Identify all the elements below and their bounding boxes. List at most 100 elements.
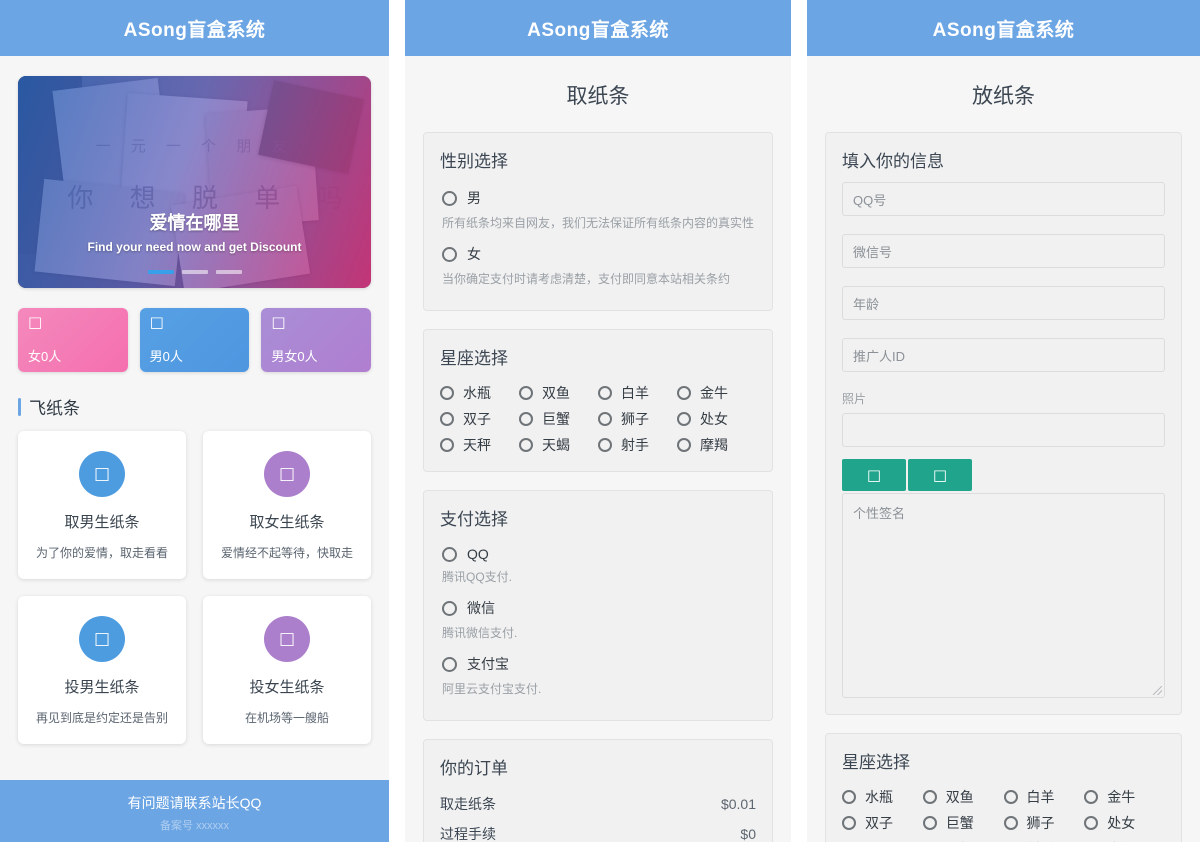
zodiac-option[interactable]: 双子 xyxy=(440,409,519,429)
zodiac-label: 摩羯 xyxy=(700,437,728,453)
card-desc: 在机场等一艘船 xyxy=(244,711,329,725)
feature-card-grid: □ 取男生纸条 为了你的爱情，取走看看 □ 取女生纸条 爱情经不起等待，快取走 … xyxy=(0,431,389,744)
radio-circle-icon[interactable] xyxy=(598,438,612,452)
card-desc: 爱情经不起等待，快取走 xyxy=(220,546,353,560)
radio-circle-icon[interactable] xyxy=(677,412,691,426)
qq-field[interactable]: QQ号 xyxy=(842,182,1165,216)
photo-button-group: □ □ xyxy=(842,459,1165,491)
radio-circle-icon[interactable] xyxy=(442,600,457,616)
stat-badge-female[interactable]: □ 女0人 xyxy=(18,308,128,372)
card-title: 投男生纸条 xyxy=(64,679,140,696)
radio-circle-icon[interactable] xyxy=(440,386,454,400)
zodiac-label: 巨蟹 xyxy=(542,411,570,427)
radio-circle-icon[interactable] xyxy=(442,246,457,262)
carousel-dots[interactable] xyxy=(18,270,371,274)
zodiac-select-title: 星座选择 xyxy=(842,753,910,772)
photo-upload-input[interactable] xyxy=(842,413,1165,447)
preview-button[interactable]: □ xyxy=(908,459,972,491)
upload-button[interactable]: □ xyxy=(842,459,906,491)
card-take-male-note[interactable]: □ 取男生纸条 为了你的爱情，取走看看 xyxy=(18,431,186,579)
zodiac-option[interactable]: 处女 xyxy=(1084,813,1165,833)
radio-circle-icon[interactable] xyxy=(442,546,457,562)
card-post-female-note[interactable]: □ 投女生纸条 在机场等一艘船 xyxy=(203,596,371,744)
resize-handle-icon[interactable] xyxy=(1153,686,1162,695)
zodiac-option[interactable]: 天蝎 xyxy=(519,435,598,455)
app-title: ASong盲盒系统 xyxy=(527,19,669,41)
stat-badge-male[interactable]: □ 男0人 xyxy=(139,308,250,372)
carousel-dot-1[interactable] xyxy=(147,270,174,274)
zodiac-option[interactable]: 白羊 xyxy=(598,383,677,403)
zodiac-option[interactable]: 天秤 xyxy=(440,435,519,455)
zodiac-option[interactable]: 水瓶 xyxy=(842,787,923,807)
card-take-female-note[interactable]: □ 取女生纸条 爱情经不起等待，快取走 xyxy=(203,431,371,579)
radio-gender-male[interactable]: 男 xyxy=(440,182,756,210)
order-row: 过程手续 $0 xyxy=(440,819,756,842)
card-title: 投女生纸条 xyxy=(249,679,325,696)
radio-circle-icon[interactable] xyxy=(598,386,612,400)
card-title: 取女生纸条 xyxy=(249,514,325,531)
radio-circle-icon[interactable] xyxy=(519,412,533,426)
radio-label: 支付宝 xyxy=(467,656,509,672)
radio-circle-icon[interactable] xyxy=(677,386,691,400)
radio-label: 女 xyxy=(467,246,481,262)
male-icon: □ xyxy=(149,313,164,331)
radio-circle-icon[interactable] xyxy=(842,790,856,804)
zodiac-label: 白羊 xyxy=(621,385,649,401)
male-note-icon: □ xyxy=(79,451,125,497)
card-post-male-note[interactable]: □ 投男生纸条 再见到底是约定还是告别 xyxy=(18,596,186,744)
zodiac-option[interactable]: 狮子 xyxy=(598,409,677,429)
age-field[interactable]: 年龄 xyxy=(842,286,1165,320)
zodiac-select-title: 星座选择 xyxy=(440,349,508,368)
carousel-banner[interactable]: 一 元 一 个 朋 友 你 想 脱 单 吗 爱情在哪里 Find your ne… xyxy=(18,76,371,288)
promoter-field[interactable]: 推广人ID xyxy=(842,338,1165,372)
radio-circle-icon[interactable] xyxy=(922,790,937,804)
banner-title: 爱情在哪里 xyxy=(149,213,240,233)
radio-circle-icon[interactable] xyxy=(842,816,856,830)
zodiac-option[interactable]: 双鱼 xyxy=(922,787,1004,807)
radio-payment-alipay[interactable]: 支付宝 xyxy=(440,648,756,676)
take-scroll-area[interactable]: 取纸条 性别选择 男 所有纸条均来自网友，我们无法保证所有纸条内容的真实性 女 … xyxy=(405,56,791,842)
radio-circle-icon[interactable] xyxy=(519,438,533,452)
signature-textarea[interactable]: 个性签名 xyxy=(842,493,1165,698)
zodiac-label: 双子 xyxy=(463,411,491,427)
radio-circle-icon[interactable] xyxy=(598,412,612,426)
radio-circle-icon[interactable] xyxy=(442,656,457,672)
footer-contact-line[interactable]: 有问题请联系站长QQ xyxy=(0,793,389,813)
stat-badge-couple[interactable]: □ 男女0人 xyxy=(261,308,372,372)
radio-circle-icon[interactable] xyxy=(677,438,691,452)
radio-circle-icon[interactable] xyxy=(1003,790,1018,804)
zodiac-option[interactable]: 摩羯 xyxy=(677,435,756,455)
radio-circle-icon[interactable] xyxy=(922,816,937,830)
zodiac-option[interactable]: 金牛 xyxy=(677,383,756,403)
carousel-dot-2[interactable] xyxy=(181,270,208,274)
zodiac-option[interactable]: 狮子 xyxy=(1003,813,1085,833)
zodiac-option[interactable]: 白羊 xyxy=(1003,787,1085,807)
zodiac-option[interactable]: 水瓶 xyxy=(440,383,519,403)
put-scroll-area[interactable]: 放纸条 填入你的信息 QQ号 微信号 年龄 推广人ID 照片 □ □ 个性签名 xyxy=(807,56,1200,842)
radio-circle-icon[interactable] xyxy=(440,438,454,452)
zodiac-option[interactable]: 处女 xyxy=(677,409,756,429)
zodiac-option[interactable]: 金牛 xyxy=(1084,787,1165,807)
radio-circle-icon[interactable] xyxy=(440,412,454,426)
zodiac-option[interactable]: 双子 xyxy=(842,813,923,833)
order-item-label: 过程手续 xyxy=(440,826,496,842)
carousel-dot-3[interactable] xyxy=(215,270,242,274)
radio-circle-icon[interactable] xyxy=(1084,790,1099,804)
radio-circle-icon[interactable] xyxy=(519,386,533,400)
radio-payment-wechat[interactable]: 微信 xyxy=(440,592,756,620)
radio-circle-icon[interactable] xyxy=(1003,816,1018,830)
radio-payment-qq[interactable]: QQ xyxy=(440,540,756,564)
female-note-icon: □ xyxy=(264,451,310,497)
radio-label: 微信 xyxy=(467,600,495,616)
wechat-field[interactable]: 微信号 xyxy=(842,234,1165,268)
zodiac-select-box-put: 星座选择 水瓶 双鱼 白羊 金牛 双子 巨蟹 狮子 处女 天秤 天蝎 射手 摩羯 xyxy=(825,733,1182,842)
zodiac-option[interactable]: 巨蟹 xyxy=(922,813,1004,833)
radio-circle-icon[interactable] xyxy=(442,190,457,206)
zodiac-option[interactable]: 射手 xyxy=(598,435,677,455)
radio-circle-icon[interactable] xyxy=(1084,816,1099,830)
app-title: ASong盲盒系统 xyxy=(123,19,266,41)
app-title: ASong盲盒系统 xyxy=(932,19,1075,41)
zodiac-option[interactable]: 双鱼 xyxy=(519,383,598,403)
radio-gender-female[interactable]: 女 xyxy=(440,238,756,266)
zodiac-option[interactable]: 巨蟹 xyxy=(519,409,598,429)
